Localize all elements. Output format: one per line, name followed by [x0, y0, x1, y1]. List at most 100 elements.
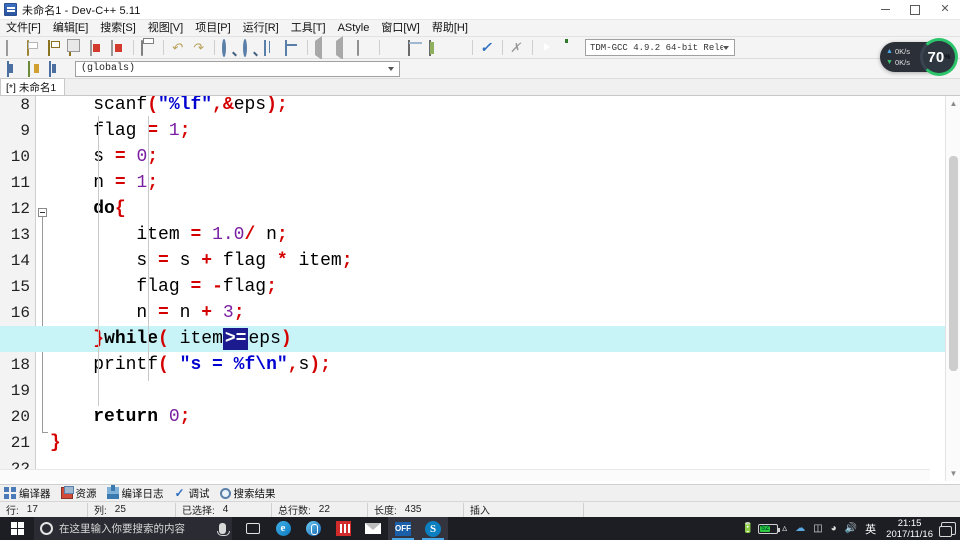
fold-toggle-icon[interactable]: [38, 208, 47, 217]
code-line[interactable]: n = 1;: [50, 170, 158, 196]
close-file-button[interactable]: [88, 38, 107, 57]
scroll-up-arrow-icon[interactable]: ▲: [946, 96, 960, 111]
code-line[interactable]: flag = 1;: [50, 118, 190, 144]
open-file-button[interactable]: [25, 38, 44, 57]
cortana-button[interactable]: [298, 517, 328, 540]
menu-view[interactable]: 视图[V]: [142, 20, 189, 36]
battery-tray-icon[interactable]: ◫: [813, 523, 822, 534]
edge-button[interactable]: e: [268, 517, 298, 540]
find-button[interactable]: [220, 38, 239, 57]
mail-button[interactable]: [358, 517, 388, 540]
code-content[interactable]: scanf("%lf",&eps); flag = 1; s = 0; n = …: [0, 96, 960, 481]
find-next-button[interactable]: [241, 38, 260, 57]
layout-button[interactable]: [427, 38, 446, 57]
code-line[interactable]: }: [50, 430, 61, 456]
back-button[interactable]: [313, 35, 332, 60]
vertical-scrollbar-thumb[interactable]: [949, 156, 958, 371]
code-line[interactable]: printf( "s = %f\n",s);: [50, 352, 331, 378]
code-editor[interactable]: 8910111213141516171819202122 scanf("%lf"…: [0, 96, 960, 481]
run-button[interactable]: [538, 38, 557, 57]
tab-compile-log-label: 编译日志: [121, 487, 164, 500]
replace-button[interactable]: [262, 38, 281, 57]
code-line[interactable]: }while( item>=eps): [50, 326, 292, 352]
action-center-icon[interactable]: [939, 522, 956, 537]
menu-project[interactable]: 项目[P]: [189, 20, 236, 36]
code-line[interactable]: s = 0;: [50, 144, 158, 170]
tab-compile-log[interactable]: 编译日志: [106, 485, 164, 501]
save-file-button[interactable]: [46, 38, 65, 57]
debug-button[interactable]: [559, 38, 578, 57]
goto-line-button[interactable]: [283, 38, 302, 57]
horizontal-scrollbar[interactable]: [0, 469, 930, 481]
skype-button[interactable]: S: [418, 517, 448, 540]
window-controls: ✕: [870, 0, 960, 20]
menu-file[interactable]: 文件[F]: [0, 20, 47, 36]
memory-usage-gauge[interactable]: 70%: [920, 38, 958, 76]
start-button[interactable]: [0, 517, 34, 540]
taskbar-search-box[interactable]: 在这里输入你要搜索的内容: [34, 517, 232, 540]
code-line[interactable]: return 0;: [50, 404, 190, 430]
tab-resources[interactable]: 资源: [60, 486, 97, 501]
upload-speed-row: ▲ 0K/s: [886, 46, 910, 57]
close-button[interactable]: ✕: [930, 0, 960, 20]
project-button[interactable]: [385, 38, 404, 57]
code-folding-column[interactable]: [36, 96, 50, 481]
menu-tools[interactable]: 工具[T]: [285, 20, 332, 36]
recorder-button[interactable]: [328, 517, 358, 540]
menu-astyle[interactable]: AStyle: [332, 20, 376, 36]
vertical-scrollbar[interactable]: ▲ ▼: [945, 96, 960, 481]
input-language-indicator[interactable]: 英: [865, 521, 876, 537]
compiler-select[interactable]: TDM-GCC 4.9.2 64-bit Release: [585, 39, 735, 56]
code-line[interactable]: scanf("%lf",&eps);: [50, 96, 288, 118]
forward-button[interactable]: [334, 35, 353, 60]
save-all-icon: [69, 39, 71, 56]
new-file-button[interactable]: [4, 38, 23, 57]
close-all-button[interactable]: [109, 38, 128, 57]
project-browser-button[interactable]: [26, 59, 45, 78]
menu-edit[interactable]: 编辑[E]: [47, 20, 94, 36]
compile-button[interactable]: ✓: [478, 38, 497, 57]
tab-debug[interactable]: ✓ 调试: [174, 486, 209, 501]
menu-run[interactable]: 运行[R]: [237, 20, 285, 36]
task-view-button[interactable]: [238, 517, 268, 540]
scroll-down-arrow-icon[interactable]: ▼: [946, 466, 960, 481]
power-plug-icon[interactable]: 🔋: [742, 523, 754, 534]
microphone-icon[interactable]: [217, 523, 230, 536]
line-number: 13: [10, 226, 30, 244]
menu-window[interactable]: 窗口[W]: [375, 20, 426, 36]
show-hidden-icons-chevron[interactable]: ▵: [782, 523, 787, 534]
onedrive-icon[interactable]: ☁: [795, 523, 805, 534]
cortana-icon: [305, 521, 321, 536]
code-token: =: [158, 303, 169, 323]
window-button[interactable]: [406, 38, 425, 57]
clock[interactable]: 21:15 2017/11/16: [880, 518, 939, 540]
battery-indicator[interactable]: 52: [758, 523, 781, 534]
code-line[interactable]: do{: [50, 196, 125, 222]
redo-button[interactable]: ↷: [190, 38, 209, 57]
globals-select[interactable]: (globals): [75, 60, 400, 77]
maximize-button[interactable]: [900, 0, 930, 20]
code-token: (: [147, 96, 159, 115]
print-button[interactable]: [139, 38, 158, 57]
wifi-icon[interactable]: ◕: [831, 523, 837, 534]
menu-search[interactable]: 搜索[S]: [94, 20, 141, 36]
stop-button[interactable]: ✗: [508, 38, 527, 57]
tab-compiler[interactable]: 编译器: [4, 486, 51, 501]
grid-button[interactable]: [448, 38, 467, 57]
undo-button[interactable]: ↶: [169, 38, 188, 57]
menu-help[interactable]: 帮助[H]: [426, 20, 474, 36]
file-browser-button[interactable]: [47, 59, 66, 78]
code-token: ;: [320, 355, 331, 375]
toggle-button[interactable]: [355, 38, 374, 57]
class-browser-button[interactable]: [5, 59, 24, 78]
code-line[interactable]: item = 1.0/ n;: [50, 222, 287, 248]
office-button[interactable]: OFF: [388, 517, 418, 540]
code-line[interactable]: s = s + flag * item;: [50, 248, 352, 274]
volume-icon[interactable]: 🔊: [845, 523, 857, 534]
tab-search-results[interactable]: 搜索结果: [219, 486, 276, 501]
tab-untitled1[interactable]: [*] 未命名1: [0, 78, 66, 95]
minimize-button[interactable]: [870, 0, 900, 20]
code-line[interactable]: flag = -flag;: [50, 274, 276, 300]
save-all-button[interactable]: [67, 38, 86, 57]
